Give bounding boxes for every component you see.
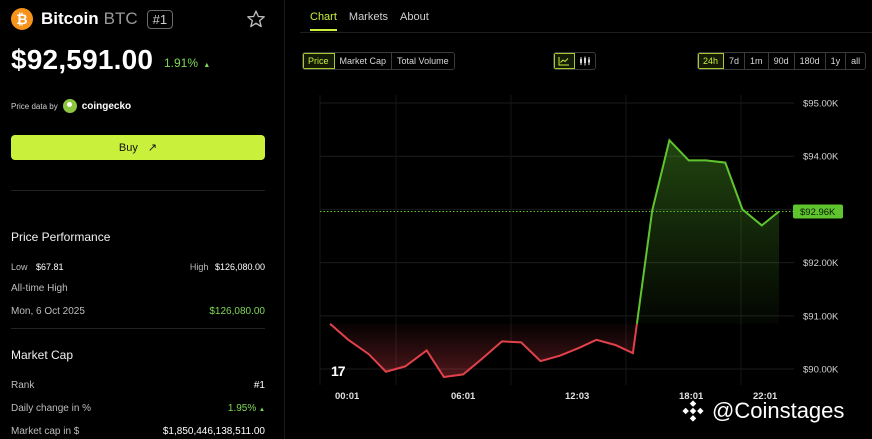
range-all-button[interactable]: all (846, 53, 865, 69)
low-row: Low $67.81 (11, 262, 64, 272)
external-arrow-icon: ↗ (147, 142, 158, 154)
range-24h-button[interactable]: 24h (698, 53, 725, 69)
coin-symbol: BTC (103, 9, 138, 28)
ath-value: $126,080.00 (209, 306, 265, 317)
tab-markets[interactable]: Markets (349, 11, 388, 31)
y-tick-label: $94.00K (803, 152, 839, 163)
metric-selector: Price Market Cap Total Volume (302, 52, 455, 70)
price-performance-title: Price Performance (11, 230, 111, 244)
y-tick-label: $90.00K (803, 365, 839, 376)
price-change: 1.91% ▲ (164, 56, 210, 70)
ath-date: Mon, 6 Oct 2025 (11, 306, 85, 317)
high-label: High (189, 262, 209, 272)
line-chart-icon[interactable] (554, 53, 575, 69)
divider (11, 190, 265, 191)
coingecko-link[interactable]: coingecko (82, 101, 131, 112)
range-180d-button[interactable]: 180d (795, 53, 826, 69)
chart-type-selector (553, 52, 596, 70)
rank-label: Rank (11, 380, 35, 391)
watermark: @Coinstages (682, 398, 844, 424)
x-tick-label: 00:01 (335, 391, 360, 402)
daily-change-percent: 1.95% (227, 403, 257, 414)
price-data-label: Price data by (11, 101, 58, 111)
up-arrow-icon: ▲ (203, 62, 211, 69)
metric-market-cap-button[interactable]: Market Cap (335, 53, 393, 69)
up-area-fill (636, 140, 779, 324)
high-value: $126,080.00 (214, 262, 265, 272)
high-row: High $126,080.00 (150, 262, 265, 272)
coin-header: ₿ Bitcoin BTC #1 (11, 8, 174, 30)
x-tick-label: 06:01 (451, 391, 476, 402)
y-tick-label: $92.00K (803, 258, 839, 269)
tab-about[interactable]: About (400, 11, 429, 31)
buy-button[interactable]: Buy ↗ (11, 135, 265, 160)
y-tick-label: $91.00K (803, 311, 839, 322)
price-data-source: Price data by coingecko (11, 99, 131, 113)
tradingview-logo-icon: 17 (331, 363, 346, 379)
panel-divider (284, 0, 285, 439)
y-tick-label: $95.00K (803, 98, 839, 109)
tabs-divider (300, 32, 872, 33)
x-tick-label: 12:03 (565, 391, 589, 402)
candlestick-icon[interactable] (575, 53, 595, 69)
price-change-value: 1.91% (164, 56, 199, 70)
price-chart[interactable]: $95.00K$94.00K$93.00K$92.00K$91.00K$90.0… (300, 95, 872, 439)
market-cap-label: Market cap in $ (11, 426, 80, 437)
range-1y-button[interactable]: 1y (826, 53, 847, 69)
price-chart-svg: $95.00K$94.00K$93.00K$92.00K$91.00K$90.0… (319, 95, 843, 402)
current-price-label: $92.96K (800, 207, 836, 218)
watermark-text: @Coinstages (712, 398, 845, 423)
metric-total-volume-button[interactable]: Total Volume (392, 53, 454, 69)
daily-change-value: 1.95% ▲ (150, 403, 265, 414)
watchlist-star-icon[interactable] (246, 9, 266, 29)
binance-logo-icon (682, 400, 704, 422)
content-tabs: Chart Markets About (310, 11, 441, 31)
market-cap-title: Market Cap (11, 348, 74, 362)
daily-change-label: Daily change in % (11, 403, 92, 414)
range-90d-button[interactable]: 90d (769, 53, 795, 69)
metric-price-button[interactable]: Price (303, 53, 335, 69)
tab-chart[interactable]: Chart (310, 11, 337, 31)
coin-name: Bitcoin (41, 9, 99, 28)
range-7d-button[interactable]: 7d (724, 53, 746, 69)
range-1m-button[interactable]: 1m (745, 53, 769, 69)
divider (11, 328, 265, 329)
low-label: Low (11, 262, 28, 272)
coingecko-logo-icon (62, 99, 77, 113)
coin-summary-panel: ₿ Bitcoin BTC #1 $92,591.00 1.91% ▲ Pric… (0, 0, 284, 439)
market-cap-value: $1,850,446,138,511.00 (162, 426, 265, 437)
time-range-selector: 24h 7d 1m 90d 180d 1y all (697, 52, 867, 70)
ath-label: All-time High (11, 283, 68, 294)
current-price: $92,591.00 (11, 44, 154, 75)
rank-badge: #1 (146, 9, 174, 29)
low-value: $67.81 (36, 262, 64, 272)
rank-value: #1 (253, 380, 265, 391)
buy-button-label: Buy (118, 141, 138, 154)
bitcoin-logo-icon: ₿ (11, 8, 33, 30)
up-arrow-icon: ▲ (259, 407, 265, 413)
